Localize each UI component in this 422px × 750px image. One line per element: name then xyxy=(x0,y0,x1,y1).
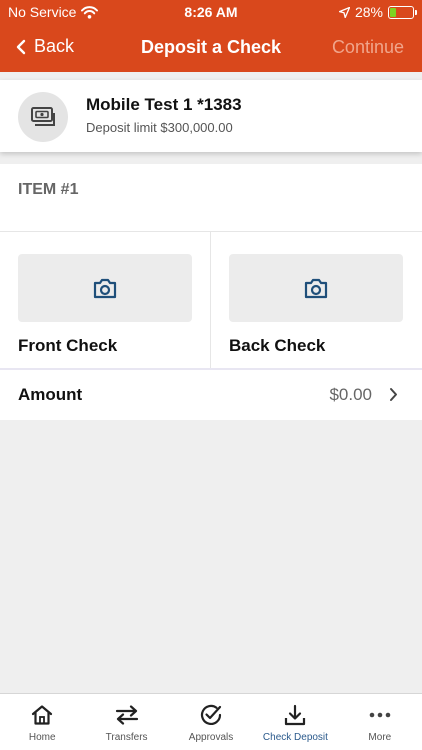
location-arrow-icon xyxy=(338,6,350,18)
tab-bar: Home Transfers Approvals Check Deposit M… xyxy=(0,693,422,750)
cash-icon xyxy=(31,107,55,126)
amount-row[interactable]: Amount $0.00 xyxy=(0,370,422,420)
back-check-label: Back Check xyxy=(229,336,326,355)
tab-home[interactable]: Home xyxy=(0,694,84,750)
battery-level xyxy=(390,7,397,17)
back-check-capture-button[interactable] xyxy=(229,254,403,322)
account-name: Mobile Test 1 *1383 xyxy=(86,95,242,114)
tab-label: Transfers xyxy=(105,732,148,743)
deposit-limit: Deposit limit $300,000.00 xyxy=(86,120,233,135)
item-header: ITEM #1 xyxy=(18,181,79,198)
battery-icon xyxy=(388,5,417,19)
continue-button[interactable]: Continue xyxy=(332,37,404,58)
check-circle-icon xyxy=(200,704,222,726)
divider xyxy=(0,231,422,232)
check-item-section: ITEM #1 Front Check Back Check Amount $0… xyxy=(0,164,422,420)
transfer-arrows-icon xyxy=(115,705,138,725)
camera-icon xyxy=(93,278,117,298)
front-check-capture-button[interactable] xyxy=(18,254,192,322)
tab-label: Check Deposit xyxy=(262,732,328,743)
tab-check-deposit[interactable]: Check Deposit xyxy=(253,694,337,750)
chevron-right-icon xyxy=(390,388,397,401)
amount-label: Amount xyxy=(18,385,83,404)
divider xyxy=(210,232,211,369)
camera-icon xyxy=(304,278,328,298)
status-bar: No Service 8:26 AM 28% xyxy=(0,0,422,24)
app-header: No Service 8:26 AM 28% Back Deposit a Ch… xyxy=(0,0,422,72)
download-icon xyxy=(285,704,306,726)
tab-label: Approvals xyxy=(188,732,234,743)
account-card[interactable]: Mobile Test 1 *1383 Deposit limit $300,0… xyxy=(0,80,422,152)
nav-bar: Back Deposit a Check Continue xyxy=(0,26,422,70)
tab-approvals[interactable]: Approvals xyxy=(169,694,253,750)
tab-transfers[interactable]: Transfers xyxy=(84,694,168,750)
battery-percent: 28% xyxy=(354,4,383,20)
more-dots-icon xyxy=(369,712,391,718)
amount-value: $0.00 xyxy=(329,385,372,404)
tab-more[interactable]: More xyxy=(338,694,422,750)
tab-label: More xyxy=(368,732,392,743)
account-avatar xyxy=(18,92,68,142)
home-icon xyxy=(32,705,53,725)
tab-label: Home xyxy=(28,732,56,743)
front-check-label: Front Check xyxy=(18,336,118,355)
